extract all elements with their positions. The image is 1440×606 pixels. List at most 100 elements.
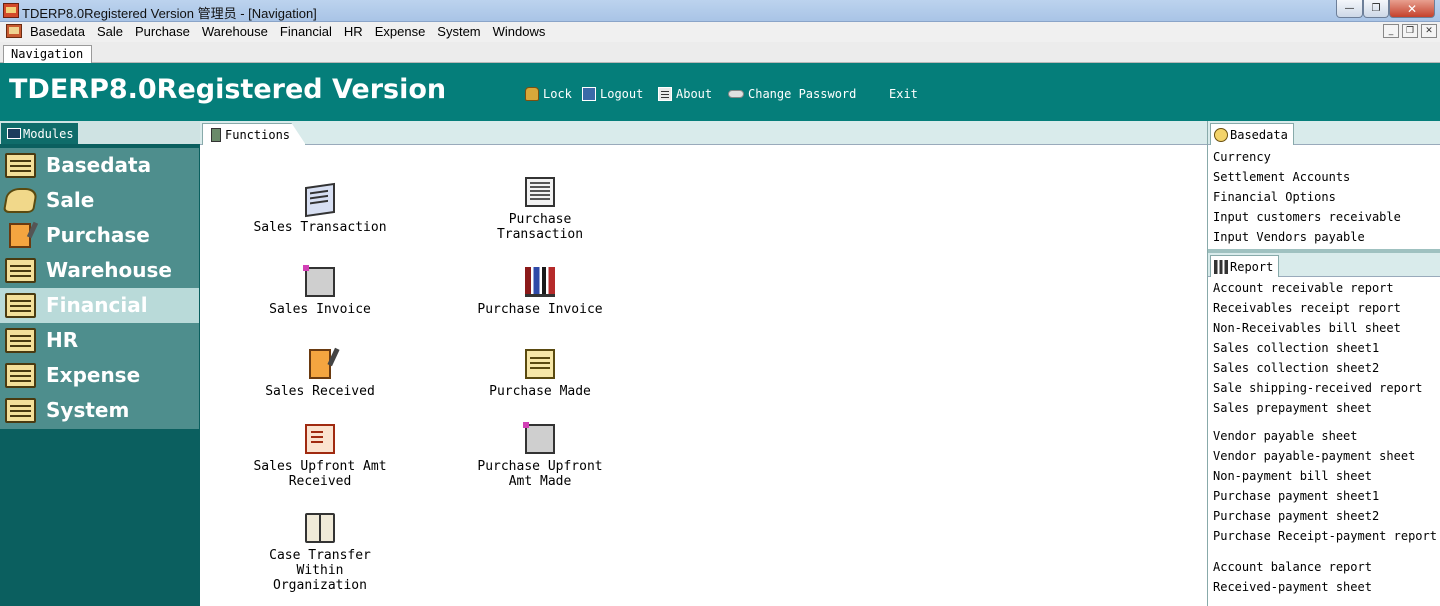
function-label: Purchase Made (489, 384, 591, 399)
menu-sale[interactable]: Sale (97, 24, 129, 39)
exit-link[interactable]: Exit (889, 85, 918, 103)
basedata-item[interactable]: Input customers receivable (1213, 207, 1439, 227)
function-sales-transaction[interactable]: Sales Transaction (240, 182, 400, 235)
menu-financial[interactable]: Financial (280, 24, 338, 39)
module-financial[interactable]: Financial (0, 288, 199, 323)
report-item[interactable]: Account balance report (1213, 557, 1439, 577)
report-item[interactable]: Sales collection sheet2 (1213, 358, 1439, 378)
module-expense[interactable]: Expense (0, 358, 199, 393)
modules-tab-bar: Modules (0, 121, 200, 144)
function-purchase-invoice[interactable]: Purchase Invoice (460, 267, 620, 317)
report-item[interactable]: Sale shipping-received report (1213, 378, 1439, 398)
functions-area: Sales Transaction Purchase Transaction S… (200, 145, 1207, 606)
minimize-button[interactable]: — (1336, 0, 1363, 18)
function-sales-received[interactable]: Sales Received (240, 349, 400, 399)
function-purchase-transaction[interactable]: Purchase Transaction (460, 177, 620, 242)
module-label: System (46, 398, 130, 422)
change-password-link[interactable]: Change Password (728, 85, 856, 103)
key-icon (728, 90, 744, 98)
module-purchase[interactable]: Purchase (0, 218, 199, 253)
report-list: Account receivable report Receivables re… (1213, 278, 1439, 597)
notepad-icon (9, 223, 31, 248)
lock-label: Lock (543, 87, 572, 101)
report-item[interactable]: Sales collection sheet1 (1213, 338, 1439, 358)
sale-icon (2, 188, 39, 213)
lock-icon (525, 87, 539, 101)
mdi-restore-button[interactable]: ❐ (1402, 24, 1418, 38)
function-case-transfer[interactable]: Case Transfer Within Organization (240, 513, 400, 593)
documents-icon (305, 182, 335, 218)
window-title: TDERP8.0Registered Version 管理员 - [Naviga… (22, 6, 317, 21)
report-item[interactable]: Sales prepayment sheet (1213, 398, 1439, 418)
function-label: Sales Transaction (253, 220, 387, 235)
close-button[interactable]: ✕ (1389, 0, 1435, 18)
mdi-controls: _ ❐ ✕ (1383, 24, 1437, 38)
report-item[interactable]: Receivables receipt report (1213, 298, 1439, 318)
function-purchase-upfront-made[interactable]: Purchase Upfront Amt Made (460, 422, 620, 489)
function-purchase-made[interactable]: Purchase Made (460, 349, 620, 399)
tab-navigation[interactable]: Navigation (3, 45, 93, 64)
report-gap (1213, 418, 1439, 426)
menu-system[interactable]: System (437, 24, 486, 39)
menu-basedata[interactable]: Basedata (30, 24, 91, 39)
open-book-icon (305, 513, 335, 543)
folder-icon (5, 258, 36, 283)
function-sales-upfront-received[interactable]: Sales Upfront Amt Received (240, 424, 400, 489)
basedata-item[interactable]: Currency (1213, 147, 1439, 167)
report-item[interactable]: Received-payment sheet (1213, 577, 1439, 597)
document-menu-icon[interactable] (6, 24, 22, 38)
report-item[interactable]: Non-payment bill sheet (1213, 466, 1439, 486)
basedata-item[interactable]: Settlement Accounts (1213, 167, 1439, 187)
function-sales-invoice[interactable]: Sales Invoice (240, 265, 400, 317)
module-system[interactable]: System (0, 393, 199, 428)
module-hr[interactable]: HR (0, 323, 199, 358)
menu-warehouse[interactable]: Warehouse (202, 24, 274, 39)
module-label: Expense (46, 363, 141, 387)
folder-icon (5, 293, 36, 318)
menu-hr[interactable]: HR (344, 24, 369, 39)
report-item[interactable]: Vendor payable-payment sheet (1213, 446, 1439, 466)
change-password-label: Change Password (748, 87, 857, 101)
logout-link[interactable]: Logout (582, 85, 643, 103)
tab-functions[interactable]: Functions (202, 123, 306, 145)
mdi-minimize-button[interactable]: _ (1383, 24, 1399, 38)
exit-label: Exit (889, 87, 918, 101)
report-gap (1213, 546, 1439, 557)
function-label: Purchase Upfront Amt Made (477, 459, 603, 489)
module-basedata[interactable]: Basedata (0, 148, 199, 183)
report-item[interactable]: Account receivable report (1213, 278, 1439, 298)
tab-basedata[interactable]: Basedata (1210, 123, 1294, 145)
report-item[interactable]: Non-Receivables bill sheet (1213, 318, 1439, 338)
folder-icon (5, 363, 36, 388)
report-item[interactable]: Purchase payment sheet1 (1213, 486, 1439, 506)
functions-tab-label: Functions (225, 127, 291, 142)
modules-panel: Basedata Sale Purchase Warehouse Financi… (0, 144, 200, 606)
tab-report[interactable]: Report (1210, 255, 1280, 277)
books-icon (525, 267, 555, 297)
about-link[interactable]: About (658, 85, 712, 103)
module-label: Financial (46, 293, 148, 317)
document-tab-bar: Navigation (0, 42, 1440, 64)
mdi-close-button[interactable]: ✕ (1421, 24, 1437, 38)
basedata-tab-label: Basedata (1230, 127, 1288, 142)
menu-purchase[interactable]: Purchase (135, 24, 196, 39)
module-sale[interactable]: Sale (0, 183, 199, 218)
maximize-button[interactable]: ❐ (1363, 0, 1389, 18)
menu-expense[interactable]: Expense (375, 24, 432, 39)
tab-modules[interactable]: Modules (1, 123, 78, 144)
report-tab-bar: Report (1208, 253, 1440, 277)
report-item[interactable]: Purchase Receipt-payment report (1213, 526, 1439, 546)
basedata-item[interactable]: Input Vendors payable (1213, 227, 1439, 247)
modules-tab-label: Modules (23, 126, 74, 141)
window-title-bar[interactable]: TDERP8.0Registered Version 管理员 - [Naviga… (0, 0, 1440, 22)
functions-icon (211, 127, 221, 142)
function-label: Purchase Transaction (496, 212, 584, 242)
basedata-item[interactable]: Financial Options (1213, 187, 1439, 207)
function-label: Sales Received (265, 384, 375, 399)
menu-windows[interactable]: Windows (493, 24, 552, 39)
module-warehouse[interactable]: Warehouse (0, 253, 199, 288)
lock-link[interactable]: Lock (525, 85, 572, 103)
folder-icon (5, 328, 36, 353)
report-item[interactable]: Vendor payable sheet (1213, 426, 1439, 446)
report-item[interactable]: Purchase payment sheet2 (1213, 506, 1439, 526)
